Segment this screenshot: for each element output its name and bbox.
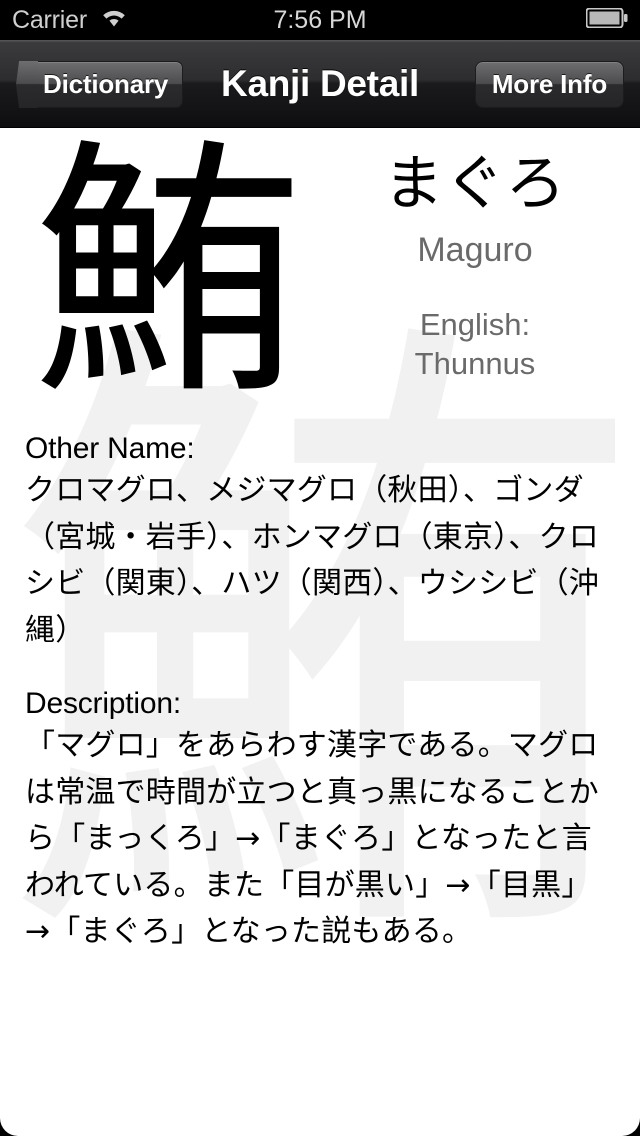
section-body: クロマグロ、メジマグロ（秋田）、ゴンダ（宮城・岩手）、ホンマグロ（東京）、クロシ… (25, 473, 599, 648)
wifi-icon (100, 7, 128, 33)
english-value: Thunnus (414, 345, 536, 381)
navigation-bar: Dictionary Kanji Detail More Info (0, 40, 640, 128)
detail-sections: Other Name: クロマグロ、メジマグロ（秋田）、ゴンダ（宮城・岩手）、ホ… (0, 429, 640, 956)
status-bar: Carrier 7:56 PM (0, 0, 640, 40)
chevron-left-icon (16, 61, 38, 108)
more-info-button-label: More Info (491, 69, 607, 99)
section-description: Description: 「マグロ」をあらわす漢字である。マグロは常温で時間が立… (25, 684, 616, 956)
romaji-reading: Maguro (417, 231, 533, 269)
section-heading: Other Name: (25, 432, 195, 465)
app-screen: Carrier 7:56 PM Dictionary Kanji Detail … (0, 0, 640, 1136)
battery-full-icon (585, 7, 628, 33)
kana-reading: まぐろ (383, 149, 567, 219)
reading-column: まぐろ Maguro English: Thunnus (315, 151, 635, 384)
back-button-body: Dictionary (37, 61, 184, 108)
more-info-button[interactable]: More Info (474, 61, 624, 108)
kanji-header-block: 鮪 まぐろ Maguro English: Thunnus (0, 129, 640, 429)
section-heading: Description: (25, 687, 181, 720)
kanji-glyph: 鮪 (32, 129, 302, 431)
back-button-dictionary[interactable]: Dictionary (16, 61, 184, 108)
section-other-name: Other Name: クロマグロ、メジマグロ（秋田）、ゴンダ（宮城・岩手）、ホ… (25, 429, 616, 654)
carrier-label: Carrier (12, 5, 87, 34)
status-bar-right (585, 7, 628, 33)
section-body: 「マグロ」をあらわす漢字である。マグロは常温で時間が立つと真っ黒になることから「… (25, 728, 599, 949)
english-label: English: (419, 307, 531, 342)
back-button-label: Dictionary (43, 69, 169, 99)
status-bar-left: Carrier (12, 7, 128, 33)
kanji-detail-content[interactable]: 鮪 鮪 まぐろ Maguro English: Thunnus Other Na… (0, 129, 640, 1136)
